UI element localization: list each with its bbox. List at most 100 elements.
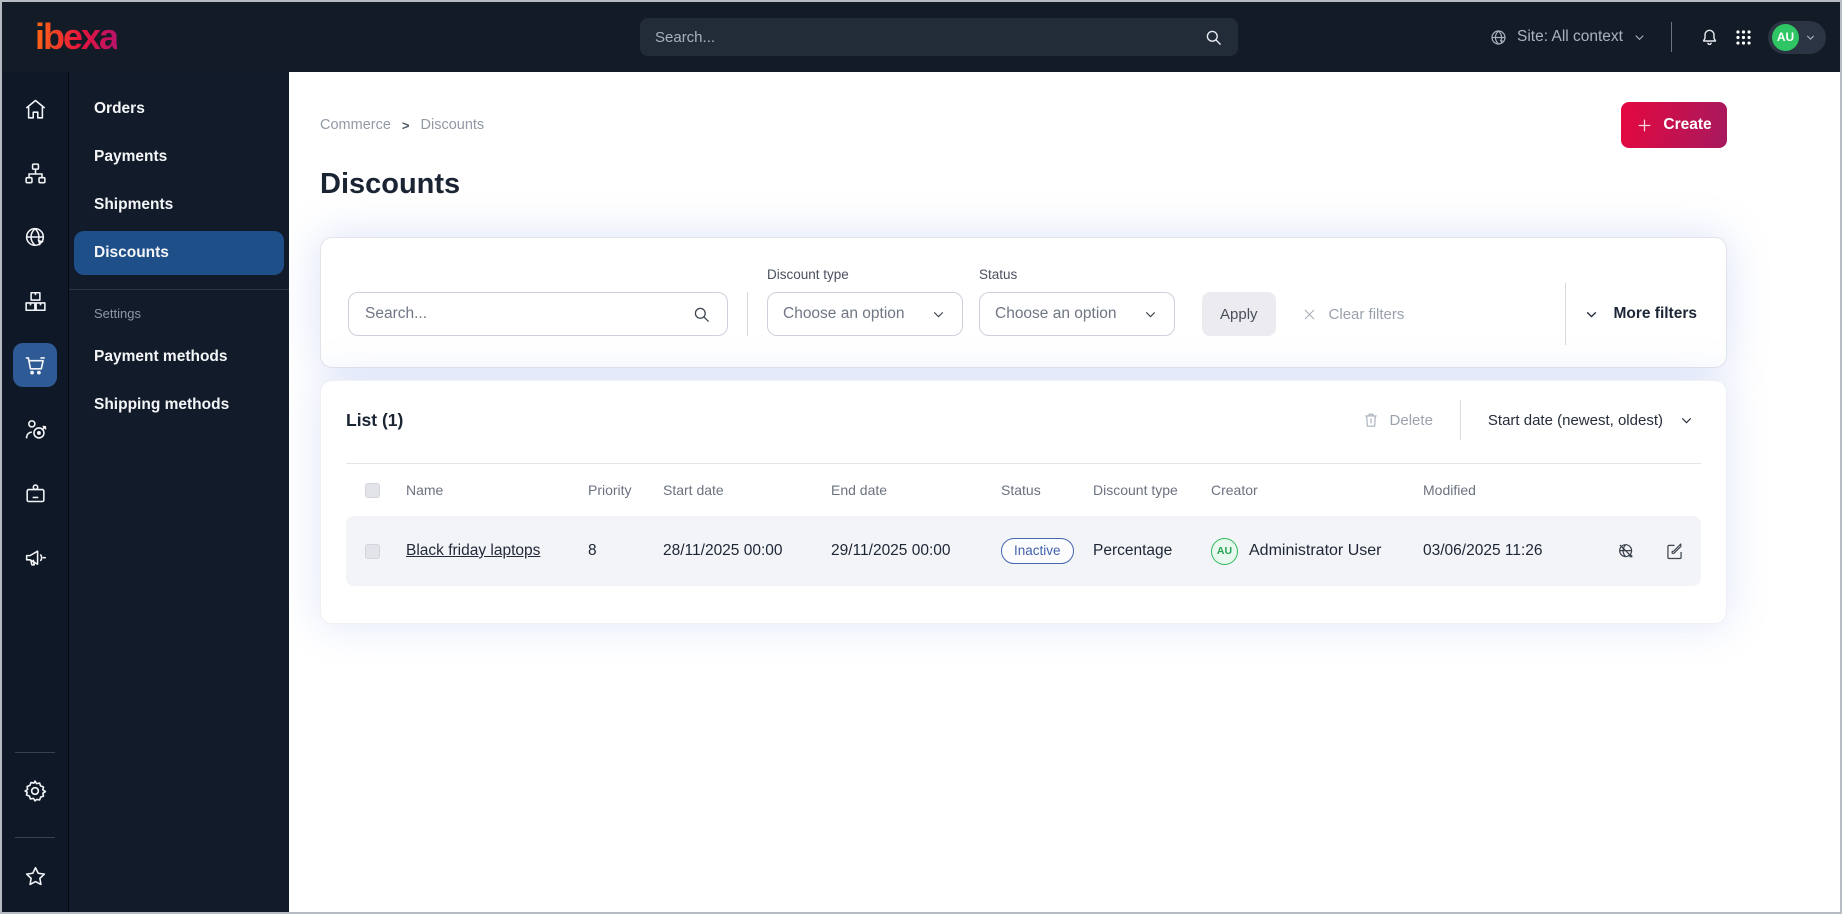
breadcrumb-commerce[interactable]: Commerce: [320, 117, 391, 133]
row-modified: 03/06/2025 11:26: [1423, 542, 1543, 559]
more-filters-label: More filters: [1613, 305, 1697, 322]
topbar-right-cluster: Site: All context AU: [1489, 2, 1826, 72]
row-end-date: 29/11/2025 00:00: [831, 542, 951, 559]
status-value: Choose an option: [995, 305, 1117, 322]
plus-icon: [1638, 119, 1651, 131]
menu-item-label: Payments: [94, 148, 168, 165]
commerce-menu-panel: Orders Payments Shipments Discounts Sett…: [69, 72, 289, 912]
rail-divider: [15, 752, 55, 753]
discount-type-label: Discount type: [767, 267, 849, 282]
menu-section-label: Settings: [94, 306, 141, 321]
discount-type-select[interactable]: Choose an option: [767, 292, 963, 336]
filter-divider: [1565, 283, 1567, 345]
create-button-label: Create: [1663, 116, 1712, 133]
delete-button[interactable]: Delete: [1362, 411, 1433, 429]
more-filters-button[interactable]: More filters: [1583, 292, 1697, 336]
discounts-list-card: List (1) Delete Start date (newest, olde…: [320, 380, 1727, 624]
notifications-bell-icon[interactable]: [1692, 20, 1726, 54]
global-search[interactable]: [640, 18, 1238, 56]
filter-search-input[interactable]: [365, 305, 692, 323]
menu-item-payments[interactable]: Payments: [74, 135, 284, 179]
column-header-priority: Priority: [588, 482, 632, 498]
marketing-megaphone-icon[interactable]: [13, 535, 57, 579]
discount-type-value: Choose an option: [783, 305, 905, 322]
user-avatar: AU: [1772, 23, 1799, 51]
menu-item-shipping-methods[interactable]: Shipping methods: [74, 383, 284, 427]
sort-select[interactable]: Start date (newest, oldest): [1488, 412, 1701, 429]
rail-divider: [15, 837, 55, 838]
app-grid-icon[interactable]: [1726, 20, 1760, 54]
user-menu[interactable]: AU: [1768, 20, 1826, 54]
chevron-down-icon: [1635, 34, 1644, 40]
creator-avatar: AU: [1211, 537, 1238, 565]
breadcrumb-separator: >: [401, 117, 410, 133]
table-header-row: Name Priority Start date End date Status…: [346, 464, 1701, 516]
content-tree-icon[interactable]: [13, 151, 57, 195]
filter-search[interactable]: [348, 292, 728, 336]
preview-disabled-icon[interactable]: [1616, 541, 1637, 562]
edit-icon[interactable]: [1664, 541, 1685, 562]
settings-gear-icon[interactable]: [13, 769, 57, 813]
chevron-down-icon: [1587, 311, 1597, 318]
menu-item-label: Payment methods: [94, 348, 228, 365]
menu-divider: [69, 289, 289, 290]
status-select[interactable]: Choose an option: [979, 292, 1175, 336]
filter-divider: [747, 292, 748, 336]
status-badge: Inactive: [1001, 538, 1074, 564]
home-icon[interactable]: [13, 87, 57, 131]
menu-item-label: Discounts: [94, 244, 169, 261]
table-row: Black friday laptops 8 28/11/2025 00:00 …: [346, 516, 1701, 586]
creator-name: Administrator User: [1249, 542, 1382, 559]
row-discount-type: Percentage: [1093, 542, 1173, 559]
app-window: ibexa Site: All context: [0, 0, 1842, 914]
menu-item-orders[interactable]: Orders: [74, 87, 284, 131]
status-label: Status: [979, 267, 1018, 282]
column-header-name: Name: [406, 482, 444, 498]
row-priority: 8: [588, 542, 597, 559]
site-context-selector[interactable]: Site: All context: [1489, 28, 1647, 47]
column-header-start-date: Start date: [663, 482, 724, 498]
products-boxes-icon[interactable]: [13, 279, 57, 323]
sort-select-value: Start date (newest, oldest): [1487, 411, 1663, 429]
menu-item-label: Orders: [94, 100, 145, 117]
commerce-cart-icon[interactable]: [13, 343, 57, 387]
row-checkbox[interactable]: [365, 543, 380, 559]
search-icon[interactable]: [692, 305, 711, 324]
column-header-discount-type: Discount type: [1093, 482, 1178, 498]
site-globe-cursor-icon[interactable]: [13, 215, 57, 259]
breadcrumb: Commerce > Discounts: [320, 117, 484, 133]
chevron-down-icon: [1806, 34, 1815, 40]
clear-filters-button[interactable]: Clear filters: [1301, 292, 1405, 336]
search-icon[interactable]: [1204, 28, 1223, 47]
site-context-label: Site: All context: [1517, 28, 1623, 45]
bookmarks-star-icon[interactable]: [13, 854, 57, 898]
user-badge-icon[interactable]: [13, 471, 57, 515]
chevron-down-icon: [933, 311, 944, 317]
apply-button[interactable]: Apply: [1202, 292, 1276, 336]
create-button[interactable]: Create: [1621, 102, 1727, 148]
site-globe-icon: [1489, 28, 1508, 47]
filters-bar: Discount type Choose an option Status Ch…: [320, 237, 1727, 368]
page-title: Discounts: [320, 168, 461, 200]
customer-target-icon[interactable]: [13, 407, 57, 451]
delete-button-label: Delete: [1389, 411, 1433, 429]
column-header-modified: Modified: [1423, 482, 1476, 498]
clear-filters-label: Clear filters: [1328, 305, 1405, 323]
menu-item-discounts[interactable]: Discounts: [74, 231, 284, 275]
chevron-down-icon: [1145, 311, 1156, 317]
menu-item-shipments[interactable]: Shipments: [74, 183, 284, 227]
discount-name-link[interactable]: Black friday laptops: [406, 542, 540, 559]
main-content: Commerce > Discounts Create Discounts Se…: [289, 72, 1840, 912]
breadcrumb-discounts[interactable]: Discounts: [421, 117, 485, 133]
topbar-divider: [1671, 22, 1672, 52]
top-bar: ibexa Site: All context: [2, 2, 1840, 72]
list-title: List (1): [346, 409, 404, 430]
row-start-date: 28/11/2025 00:00: [663, 542, 783, 559]
menu-item-label: Shipping methods: [94, 396, 230, 413]
menu-item-payment-methods[interactable]: Payment methods: [74, 335, 284, 379]
chevron-down-icon: [1681, 417, 1692, 423]
select-all-checkbox[interactable]: [365, 482, 380, 498]
list-head-divider: [1459, 400, 1461, 440]
global-search-input[interactable]: [655, 28, 1204, 46]
column-header-end-date: End date: [831, 482, 888, 498]
